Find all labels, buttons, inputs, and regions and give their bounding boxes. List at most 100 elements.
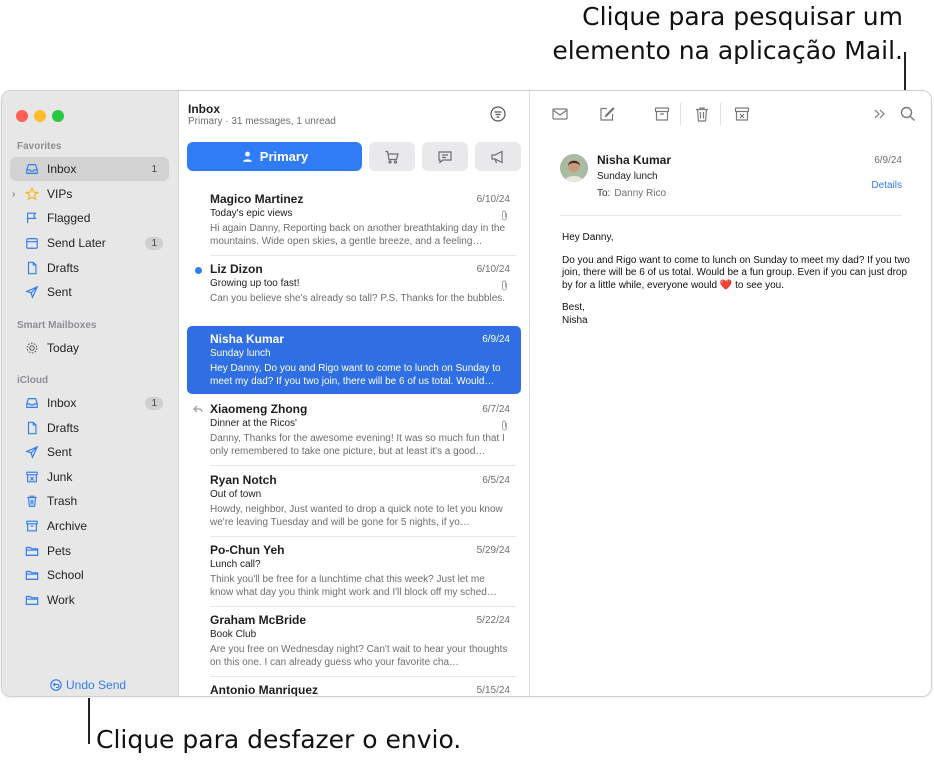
search-callout: Clique para pesquisar um elemento na apl… [552,0,903,68]
sidebar-item-label: VIPs [47,187,73,201]
toolbar-divider [720,103,721,125]
sidebar-item-trash[interactable]: Trash [10,489,169,513]
sidebar-item-junk[interactable]: Junk [10,465,169,489]
message-row[interactable]: Antonio Manriquez 5/15/24 [187,677,521,696]
get-mail-button[interactable] [551,105,569,123]
inbox-icon [24,161,40,177]
sidebar-item-icloud-sent[interactable]: Sent [10,440,169,464]
sidebar: Favorites Inbox 1 › VIPs Flagged Send La… [2,91,179,696]
message-row[interactable]: Liz Dizon 6/10/24 Growing up too fast! C… [187,256,521,324]
person-icon [242,151,252,162]
sidebar-item-today[interactable]: Today [10,336,169,360]
message-row[interactable]: Magico Martinez 6/10/24 Today's epic vie… [187,186,521,254]
compose-button[interactable] [598,105,616,123]
more-toolbar-button[interactable] [871,105,889,123]
sidebar-item-label: Pets [47,544,72,558]
message-row[interactable]: Graham McBride 5/22/24 Book Club Are you… [187,607,521,675]
divider [210,465,516,466]
search-button[interactable] [899,105,917,123]
sidebar-item-pets[interactable]: Pets [10,539,169,563]
message-list-pane: Inbox Primary · 31 messages, 1 unread Pr… [179,91,530,696]
sidebar-item-inbox[interactable]: Inbox 1 [10,157,169,181]
document-icon [24,260,40,276]
zoom-window-button[interactable] [52,110,64,122]
chevrons-right-icon [874,109,885,119]
sidebar-item-label: Drafts [47,261,80,275]
count-badge: 1 [145,236,163,250]
junk-icon [734,107,750,121]
archive-button[interactable] [653,105,671,123]
tab-primary[interactable]: Primary [187,142,362,171]
recipient-name[interactable]: Danny Rico [614,188,666,199]
sidebar-item-school[interactable]: School [10,563,169,587]
close-window-button[interactable] [16,110,28,122]
message-preview: Hey Danny, Do you and Rigo want to come … [210,363,501,387]
sidebar-item-label: Send Later [47,236,106,250]
message-row[interactable]: Ryan Notch 6/5/24 Out of town Howdy, nei… [187,467,521,535]
reading-pane: Nisha Kumar Sunday lunch To: Danny Rico 6… [530,91,931,696]
sidebar-item-label: Flagged [47,211,91,225]
archive-icon [654,107,670,121]
message-row-selected[interactable]: Nisha Kumar 6/9/24 Sunday lunch Hey Dann… [187,326,521,394]
archive-icon [24,518,40,534]
chevron-right-icon[interactable]: › [12,189,15,200]
favorites-header: Favorites [17,141,62,152]
search-callout-line2: elemento na aplicação Mail. [552,36,903,65]
message-subject: Lunch call? [210,559,261,570]
sidebar-item-label: Junk [47,470,73,484]
sidebar-item-work[interactable]: Work [10,588,169,612]
message-preview: Are you free on Wednesday night? Can't w… [210,644,508,668]
message-preview: Howdy, neighbor, Just wanted to drop a q… [210,504,503,528]
message-subject: Dinner at the Ricos' [210,418,297,429]
sidebar-item-drafts[interactable]: Drafts [10,256,169,280]
message-subject: Book Club [210,629,257,640]
recipient-line: To: Danny Rico [597,188,666,199]
minimize-window-button[interactable] [34,110,46,122]
details-link[interactable]: Details [871,180,902,191]
tab-updates[interactable] [422,142,468,171]
sidebar-item-icloud-drafts[interactable]: Drafts [10,416,169,440]
junk-icon [24,469,40,485]
message-preview: Can you believe she's already so tall? P… [210,293,506,304]
sidebar-item-vips[interactable]: › VIPs [10,182,169,206]
cart-icon [385,150,399,164]
sidebar-item-send-later[interactable]: Send Later 1 [10,231,169,255]
undo-send-button[interactable]: Undo Send [50,678,126,692]
message-sender: Ryan Notch [210,473,277,487]
sidebar-item-icloud-inbox[interactable]: Inbox 1 [10,391,169,415]
message-subject: Sunday lunch [210,348,271,359]
message-date: 6/7/24 [482,404,510,415]
reply-icon [193,405,203,413]
message-date: 5/22/24 [476,615,510,626]
email-signoff: Best, [562,302,585,313]
sidebar-item-archive[interactable]: Archive [10,514,169,538]
filter-icon[interactable] [490,106,506,122]
message-sender: Nisha Kumar [210,332,285,346]
delete-button[interactable] [693,105,711,123]
inbox-icon [24,395,40,411]
message-sender: Magico Martinez [210,192,304,206]
undo-callout: Clique para desfazer o envio. [96,725,462,754]
header-divider [560,215,902,216]
avatar [560,154,588,182]
toolbar-divider [680,103,681,125]
sidebar-item-label: Archive [47,519,88,533]
paperplane-icon [24,444,40,460]
paperclip-icon [502,210,507,221]
message-row[interactable]: Xiaomeng Zhong 6/7/24 Dinner at the Rico… [187,396,521,464]
junk-button[interactable] [733,105,751,123]
unread-indicator [195,267,202,274]
email-body: Hey Danny, Do you and Rigo want to come … [562,232,912,337]
tab-transactions[interactable] [369,142,415,171]
sidebar-item-sent[interactable]: Sent [10,280,169,304]
sidebar-item-flagged[interactable]: Flagged [10,206,169,230]
mailbox-title: Inbox [188,102,220,116]
unread-count-badge: 1 [151,163,157,175]
email-signature: Nisha [562,314,588,326]
trash-icon [24,493,40,509]
unread-count-badge: 1 [145,396,163,410]
email-greeting: Hey Danny, [562,232,614,243]
message-row[interactable]: Po-Chun Yeh 5/29/24 Lunch call? Think yo… [187,537,521,605]
trash-icon [696,107,708,122]
tab-promotions[interactable] [475,142,521,171]
